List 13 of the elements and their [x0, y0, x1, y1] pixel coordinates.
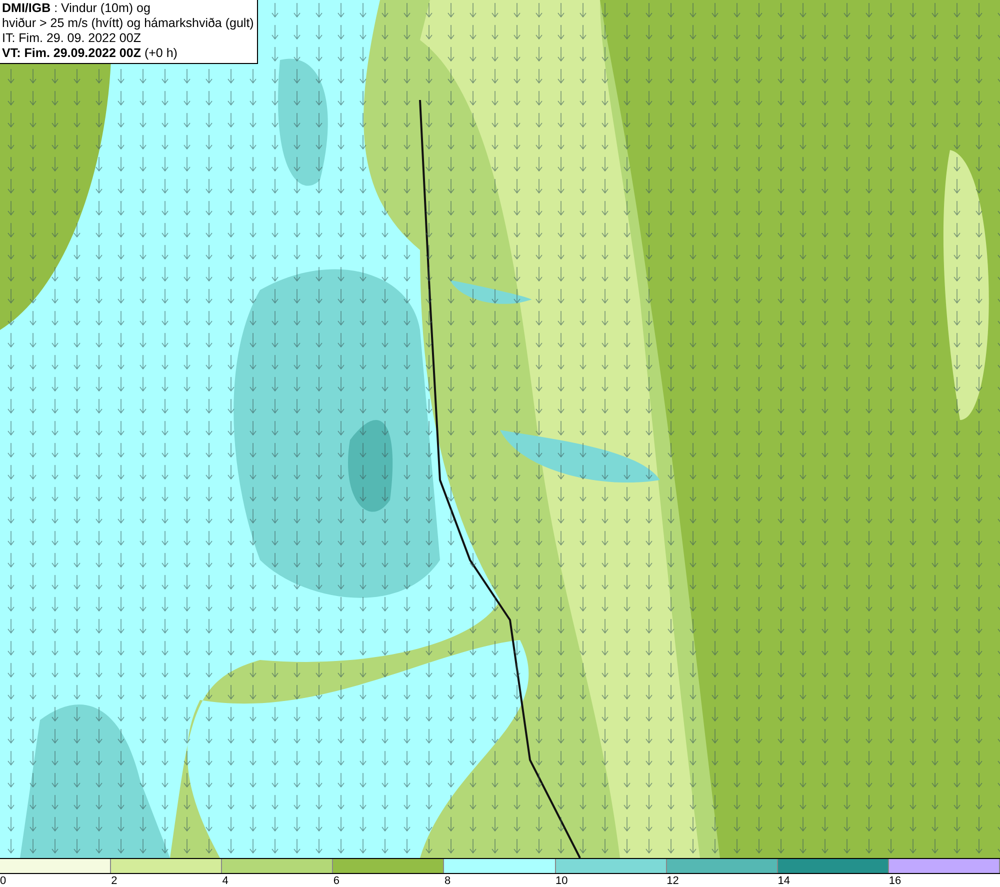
- info-text: VT: Fim. 29.09.2022 00Z (+0 h): [2, 46, 178, 61]
- info-text: IT: Fim. 29. 09. 2022 00Z: [2, 31, 142, 46]
- legend-tick-label: 12: [666, 874, 679, 887]
- info-text: DMI/IGB : Vindur (10m) og: [2, 1, 152, 16]
- legend-tick-label: 6: [333, 874, 340, 887]
- legend-tick-label: 16: [888, 874, 902, 887]
- legend-tick-label: 10: [556, 874, 568, 887]
- info-text: hviður > 25 m/s (hvítt) og hámarkshviða (gult): [2, 16, 254, 31]
- legend-tick-label: 2: [111, 874, 118, 887]
- legend-tick-label: 8: [444, 874, 451, 887]
- legend-tick-label: 14: [778, 874, 790, 887]
- legend-tick-label: 4: [222, 874, 228, 887]
- legend-tick-label: 0: [0, 874, 6, 887]
